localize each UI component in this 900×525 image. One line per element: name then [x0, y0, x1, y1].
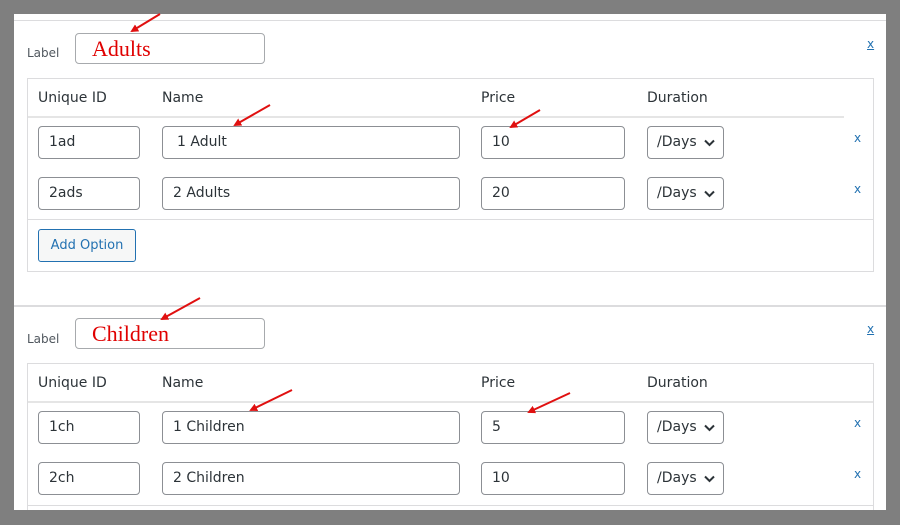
red-arrow-icon — [233, 104, 271, 126]
red-arrow-icon — [509, 109, 541, 129]
red-arrow-icon — [527, 392, 571, 414]
red-arrow-icon — [249, 389, 293, 411]
red-arrow-icon — [130, 13, 161, 33]
annotation-arrows — [130, 13, 571, 414]
red-arrow-icon — [160, 297, 201, 320]
